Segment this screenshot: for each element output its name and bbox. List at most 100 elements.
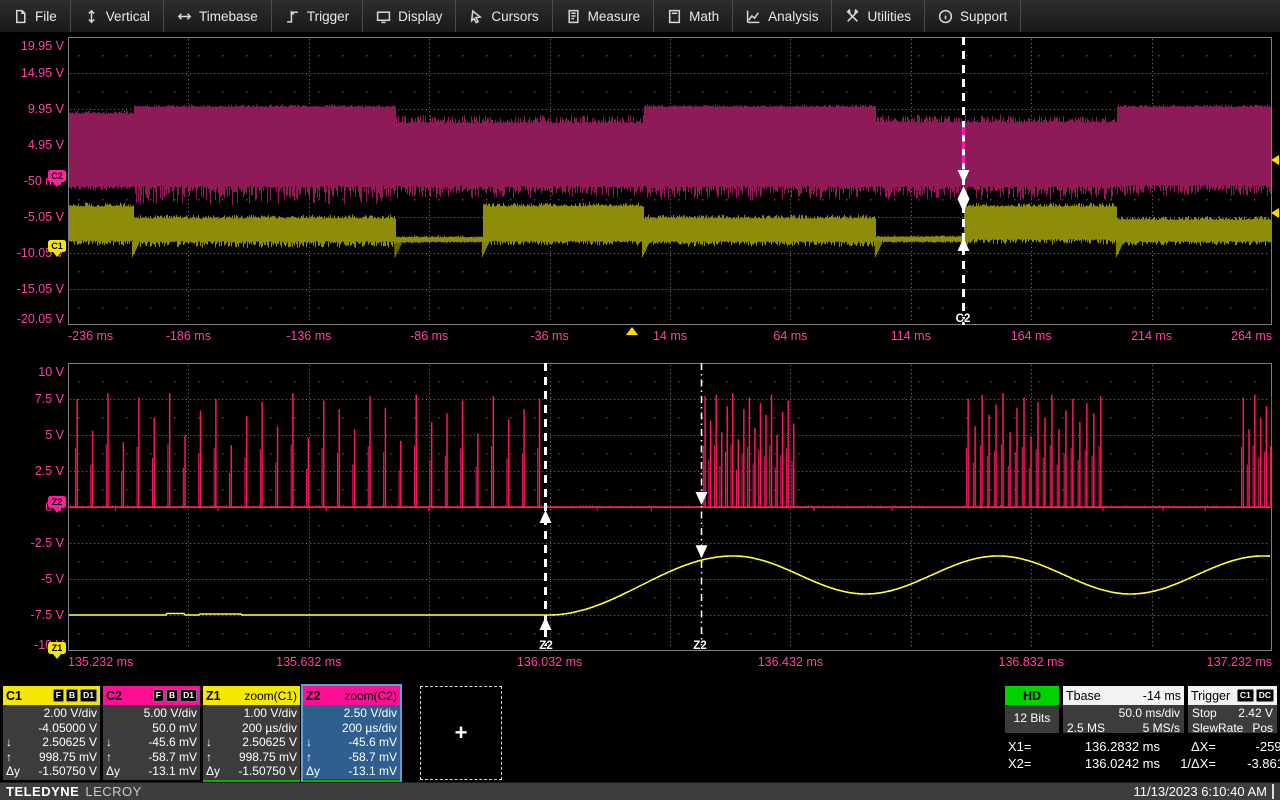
main-cursor-label[interactable]: C2 (956, 313, 971, 325)
menu-utilities[interactable]: Utilities (832, 0, 925, 32)
c2-level-chip[interactable]: C2 (48, 170, 66, 182)
z1-dy-label: Δy (206, 764, 226, 779)
z2-level-arrow-icon (53, 508, 61, 513)
zoom-x-tick-label: 137.232 ms (1207, 655, 1272, 669)
clock[interactable]: 11/13/2023 6:10:40 AM (1134, 784, 1274, 799)
z2-vdiv: 2.50 V/div (326, 706, 397, 721)
brand-teledyne: TELEDYNE (6, 784, 79, 799)
zoom-cursor1-label[interactable]: Z2 (539, 640, 552, 652)
menu-trigger[interactable]: Trigger (272, 0, 363, 32)
channel-descriptor-c1[interactable]: C1 FBD1 2.00 V/div -4.05000 V ↓2.50625 V… (3, 686, 100, 780)
x2-label: X2= (1008, 755, 1048, 772)
main-y-tick-label: -20.05 V (2, 312, 64, 326)
zoom-descriptor-z1[interactable]: Z1 zoom(C1) 1.00 V/div 200 µs/div ↓2.506… (203, 686, 300, 782)
zoom-descriptor-z2-selected[interactable]: Z2 zoom(C2) 2.50 V/div 200 µs/div ↓-45.6… (303, 686, 400, 782)
z1-level-chip[interactable]: Z1 (48, 642, 66, 654)
main-y-tick-label: 14.95 V (2, 66, 64, 80)
zoom-x-tick-label: 136.832 ms (999, 655, 1064, 669)
c1-badge-f: F (53, 689, 64, 702)
z1-tdiv: 200 µs/div (226, 721, 297, 736)
menu-file[interactable]: File (0, 0, 71, 32)
z1-min: 2.50625 V (226, 735, 297, 750)
z1-max-icon: ↑ (206, 750, 226, 765)
monitor-icon (376, 9, 391, 24)
main-x-tick-label: -36 ms (530, 329, 568, 343)
trigger-box[interactable]: Trigger C1DC Stop 2.42 V SlewRate Pos (1188, 686, 1277, 733)
c2-vdiv: 5.00 V/div (126, 706, 197, 721)
main-x-tick-label: -86 ms (410, 329, 448, 343)
trigger-edge-icon (285, 9, 300, 24)
invdx-label: 1/ΔX= (1160, 755, 1216, 772)
main-x-tick-label: 14 ms (653, 329, 687, 343)
menu-vertical-label: Vertical (106, 9, 150, 24)
trigger-source-badge: C1 (1237, 689, 1254, 702)
menu-utilities-label: Utilities (867, 9, 911, 24)
x2-value: 136.0242 ms (1048, 755, 1160, 772)
c2-dy: -13.1 mV (126, 764, 197, 779)
menu-timebase[interactable]: Timebase (164, 0, 272, 32)
z2-min: -45.6 mV (326, 735, 397, 750)
menu-trigger-label: Trigger (307, 9, 349, 24)
trigger-position-marker-icon[interactable] (626, 327, 638, 335)
c2-offset: 50.0 mV (126, 721, 197, 736)
zoom-graticule-canvas[interactable] (68, 363, 1272, 651)
c2-min: -45.6 mV (126, 735, 197, 750)
menu-cursors[interactable]: Cursors (456, 0, 552, 32)
timebase-box[interactable]: Tbase -14 ms 50.0 ms/div 2.5 MS 5 MS/s (1063, 686, 1184, 733)
hd-bits: 12 Bits (1005, 705, 1059, 731)
c1-title: C1 (6, 689, 22, 703)
file-icon (13, 9, 28, 24)
cursor-readout: X1= 136.2832 ms ΔX= -259.0 µs X2= 136.02… (1008, 738, 1280, 772)
z2-source: zoom(C2) (344, 689, 397, 703)
main-y-tick-label: 4.95 V (2, 138, 64, 152)
menu-cursors-label: Cursors (491, 9, 538, 24)
z1-dy: -1.50750 V (226, 764, 297, 779)
z1-max: 998.75 mV (226, 750, 297, 765)
main-x-tick-label: 64 ms (773, 329, 807, 343)
tbase-samples: 2.5 MS (1067, 721, 1105, 736)
trigger-title: Trigger (1191, 689, 1230, 703)
c1-badge-d1: D1 (80, 689, 97, 702)
zoom-x-tick-label: 135.632 ms (276, 655, 341, 669)
menu-math[interactable]: Math (654, 0, 733, 32)
brand-lecroy: LECROY (85, 784, 141, 799)
waveform-screen: 19.95 V14.95 V9.95 V4.95 V-50 mV-5.05 V-… (0, 32, 1280, 782)
zoom-y-tick-label: -5 V (2, 572, 64, 586)
horizontal-arrows-icon (177, 9, 192, 24)
zoom-x-tick-label: 136.432 ms (758, 655, 823, 669)
plus-icon: + (455, 720, 468, 746)
main-y-tick-label: -15.05 V (2, 282, 64, 296)
tbase-rate: 5 MS/s (1143, 721, 1180, 736)
zoom-y-tick-label: 2.5 V (2, 464, 64, 478)
c1-level-arrow-icon (53, 252, 61, 257)
z2-title: Z2 (306, 689, 321, 703)
add-trace-box[interactable]: + (420, 686, 502, 780)
c1-min: 2.50625 V (26, 735, 97, 750)
z1-level-arrow-icon (53, 654, 61, 659)
main-x-tick-label: 214 ms (1131, 329, 1172, 343)
c2-badge-b: B (166, 689, 178, 702)
c1-level-chip[interactable]: C1 (48, 240, 66, 252)
z2-level-chip[interactable]: Z2 (48, 496, 66, 508)
zoom-x-tick-label: 136.032 ms (517, 655, 582, 669)
main-x-tick-label: 164 ms (1011, 329, 1052, 343)
menu-measure[interactable]: Measure (553, 0, 655, 32)
menu-support[interactable]: Support (925, 0, 1021, 32)
zoom-cursor2-label[interactable]: Z2 (693, 640, 706, 652)
menu-display[interactable]: Display (363, 0, 456, 32)
main-graticule-canvas[interactable] (68, 37, 1272, 325)
main-x-tick-label: -236 ms (68, 329, 113, 343)
menu-analysis[interactable]: Analysis (733, 0, 832, 32)
invdx-value: -3.861 kHz (1216, 755, 1280, 772)
hd-mode-box[interactable]: HD 12 Bits (1005, 686, 1059, 733)
trigger-type: SlewRate (1192, 721, 1243, 736)
c2-max-icon: ↑ (106, 750, 126, 765)
menu-vertical[interactable]: Vertical (71, 0, 164, 32)
c2-level-arrow-icon (53, 182, 61, 187)
c1-max-icon: ↑ (6, 750, 26, 765)
zoom-y-tick-label: 5 V (2, 428, 64, 442)
menu-display-label: Display (398, 9, 442, 24)
info-icon (938, 9, 953, 24)
tbase-title: Tbase (1066, 689, 1101, 703)
channel-descriptor-c2[interactable]: C2 FBD1 5.00 V/div 50.0 mV ↓-45.6 mV ↑-5… (103, 686, 200, 780)
